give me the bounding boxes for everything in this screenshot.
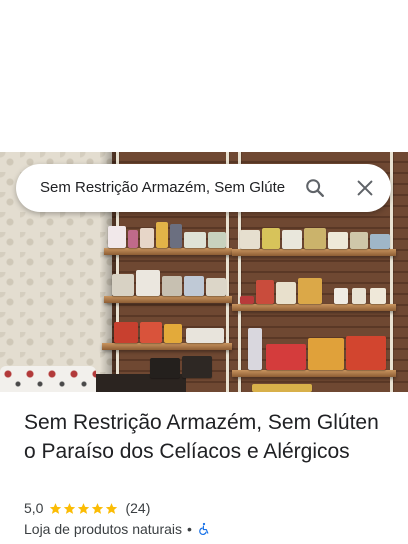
shelf (104, 296, 232, 303)
place-category: Loja de produtos naturais (24, 521, 182, 537)
category-row: Loja de produtos naturais • (24, 520, 211, 538)
separator-dot: • (187, 521, 192, 537)
star-rating (49, 502, 119, 515)
map-blank-area (0, 0, 408, 152)
close-icon[interactable] (354, 177, 376, 199)
patterned-chair (0, 366, 96, 392)
star-icon (92, 502, 104, 514)
review-count[interactable]: (24) (125, 500, 150, 516)
rating-row[interactable]: 5,0 (24) (24, 499, 150, 517)
star-icon (50, 502, 62, 514)
star-icon (78, 502, 90, 514)
place-title: Sem Restrição Armazém, Sem Glúten o Para… (24, 411, 379, 463)
wheelchair-accessible-icon (199, 522, 209, 536)
star-icon (106, 502, 118, 514)
shelf (232, 304, 396, 311)
shelf (104, 248, 232, 255)
shelf (102, 343, 232, 350)
shelf (232, 370, 396, 377)
search-bar[interactable]: Sem Restrição Armazém, Sem Glúte (16, 164, 391, 212)
search-icon[interactable] (304, 177, 326, 199)
rating-value: 5,0 (24, 500, 44, 516)
search-input[interactable]: Sem Restrição Armazém, Sem Glúte (40, 179, 292, 196)
shelf (232, 249, 396, 256)
star-icon (64, 502, 76, 514)
